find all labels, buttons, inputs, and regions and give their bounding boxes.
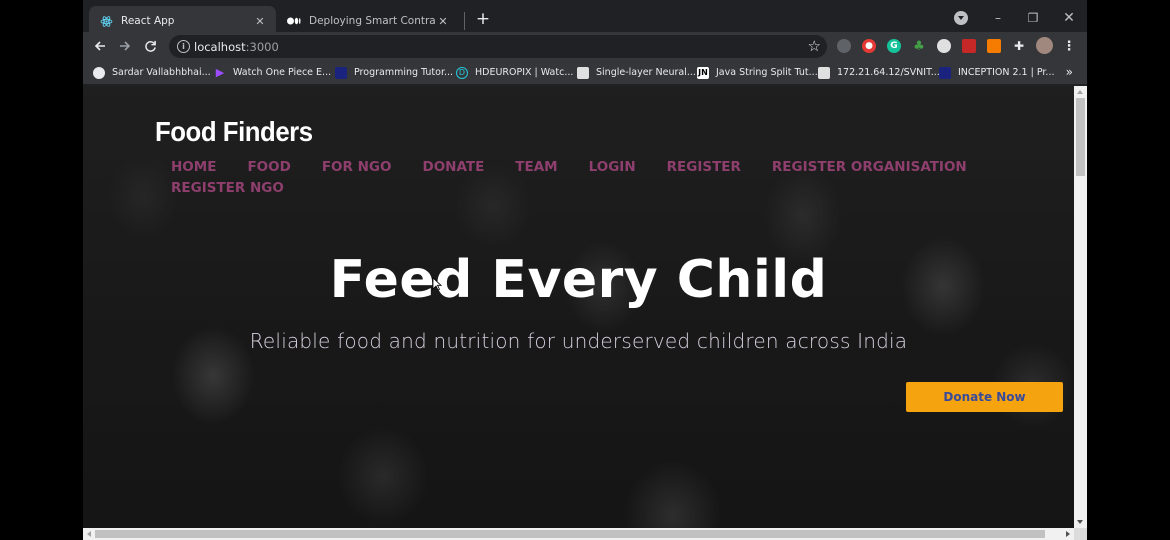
adblock-icon[interactable]: ● [862, 39, 876, 53]
bookmarks-bar: Sardar Vallabhbhai... ▶ Watch One Piece … [83, 60, 1087, 85]
back-arrow-icon[interactable] [90, 36, 110, 56]
tab-search-icon[interactable] [954, 11, 968, 25]
bookmark-item[interactable]: ▶ Watch One Piece E... [214, 65, 331, 80]
menu-kebab-icon[interactable]: ⋮ [1062, 39, 1076, 54]
profile-avatar[interactable] [1036, 37, 1053, 54]
doc-icon [818, 66, 830, 79]
red-extension-icon[interactable] [962, 39, 976, 53]
jn-icon: JN [697, 66, 709, 79]
bookmark-item[interactable]: D HDEUROPIX | Watc... [456, 65, 573, 80]
play-icon: ▶ [215, 66, 225, 79]
medium-icon [287, 14, 301, 28]
close-window-button[interactable]: ✕ [1058, 8, 1080, 28]
horizontal-scrollbar[interactable] [83, 528, 1074, 540]
bookmark-item[interactable]: 172.21.64.12/SVNIT... [818, 65, 940, 80]
tab-strip: React App ✕ Deploying Smart Contracts wi… [83, 0, 1087, 36]
bookmark-label: Single-layer Neural... [596, 67, 696, 78]
bookmark-star-icon[interactable]: ☆ [808, 37, 821, 55]
bookmark-item[interactable]: Programming Tutor... [335, 65, 453, 80]
horizontal-scroll-thumb[interactable] [95, 530, 1045, 538]
address-bar[interactable]: i localhost:3000 ☆ [169, 35, 827, 58]
page-icon [577, 66, 589, 79]
browser-window: React App ✕ Deploying Smart Contracts wi… [83, 0, 1087, 540]
site-info-icon[interactable]: i [177, 40, 190, 53]
scroll-right-arrow-icon[interactable] [1066, 531, 1070, 537]
url-host: localhost [194, 40, 246, 54]
bookmark-item[interactable]: Single-layer Neural... [577, 65, 696, 80]
bookmark-label: Sardar Vallabhbhai... [112, 67, 211, 78]
nav-donate[interactable]: DONATE [422, 159, 484, 176]
nav-login[interactable]: LOGIN [589, 159, 636, 176]
url-text: localhost:3000 [194, 40, 279, 54]
donate-now-button[interactable]: Donate Now [906, 382, 1063, 412]
tab-title: Deploying Smart Contracts with [309, 15, 435, 27]
restore-button[interactable]: ❐ [1022, 8, 1044, 28]
site-icon [335, 66, 347, 79]
globe-icon [93, 66, 105, 79]
page-viewport: Food Finders HOME FOOD FOR NGO DONATE TE… [83, 86, 1074, 528]
vertical-scroll-thumb[interactable] [1076, 98, 1085, 176]
bookmark-item[interactable]: INCEPTION 2.1 | Pr... [939, 65, 1054, 80]
hero-subtitle: Reliable food and nutrition for underser… [249, 329, 908, 353]
main-nav: HOME FOOD FOR NGO DONATE TEAM LOGIN REGI… [171, 159, 971, 197]
browser-toolbar: i localhost:3000 ☆ ● G ♣ ✚ ⋮ [83, 32, 1087, 60]
record-extension-icon[interactable] [937, 39, 951, 53]
forward-arrow-icon[interactable] [115, 36, 135, 56]
grammarly-icon[interactable]: G [887, 39, 901, 53]
extension-icon[interactable] [837, 39, 851, 53]
tree-extension-icon[interactable]: ♣ [912, 39, 926, 54]
scrollbar-corner [1074, 528, 1087, 540]
tab-title: React App [121, 15, 175, 27]
close-tab-icon[interactable]: ✕ [252, 13, 268, 29]
minimize-button[interactable]: – [987, 8, 1009, 28]
metamask-icon[interactable] [987, 39, 1001, 53]
scroll-down-arrow-icon[interactable] [1077, 520, 1083, 524]
close-tab-icon[interactable]: ✕ [435, 13, 451, 29]
hd-icon: D [456, 66, 468, 79]
react-icon [99, 14, 113, 28]
bookmarks-overflow-button[interactable]: » [1066, 65, 1073, 79]
bookmark-label: Java String Split Tut... [716, 67, 818, 78]
bookmark-label: HDEUROPIX | Watc... [475, 67, 574, 78]
nav-team[interactable]: TEAM [515, 159, 557, 176]
nav-register[interactable]: REGISTER [667, 159, 741, 176]
scroll-left-arrow-icon[interactable] [87, 531, 91, 537]
nav-register-organisation[interactable]: REGISTER ORGANISATION [772, 159, 967, 176]
nav-food[interactable]: FOOD [247, 159, 290, 176]
bookmark-item[interactable]: Sardar Vallabhbhai... [93, 65, 211, 80]
bookmark-label: 172.21.64.12/SVNIT... [837, 67, 940, 78]
hero-title: Feed Every Child [329, 250, 828, 310]
new-tab-button[interactable]: + [473, 9, 493, 29]
mouse-cursor-icon [432, 277, 442, 291]
bookmark-label: Watch One Piece E... [233, 67, 332, 78]
nav-register-ngo[interactable]: REGISTER NGO [171, 180, 284, 197]
bookmark-label: INCEPTION 2.1 | Pr... [958, 67, 1055, 78]
site-icon [939, 66, 951, 79]
tab-divider [464, 12, 465, 30]
extensions-puzzle-icon[interactable]: ✚ [1012, 39, 1026, 53]
vertical-scrollbar[interactable] [1074, 86, 1087, 528]
nav-for-ngo[interactable]: FOR NGO [322, 159, 392, 176]
site-logo[interactable]: Food Finders [155, 116, 313, 148]
url-port: :3000 [245, 40, 279, 54]
bookmark-label: Programming Tutor... [354, 67, 454, 78]
nav-home[interactable]: HOME [171, 159, 216, 176]
reload-icon[interactable] [140, 36, 160, 56]
scroll-up-arrow-icon[interactable] [1077, 90, 1083, 94]
bookmark-item[interactable]: JN Java String Split Tut... [697, 65, 818, 80]
